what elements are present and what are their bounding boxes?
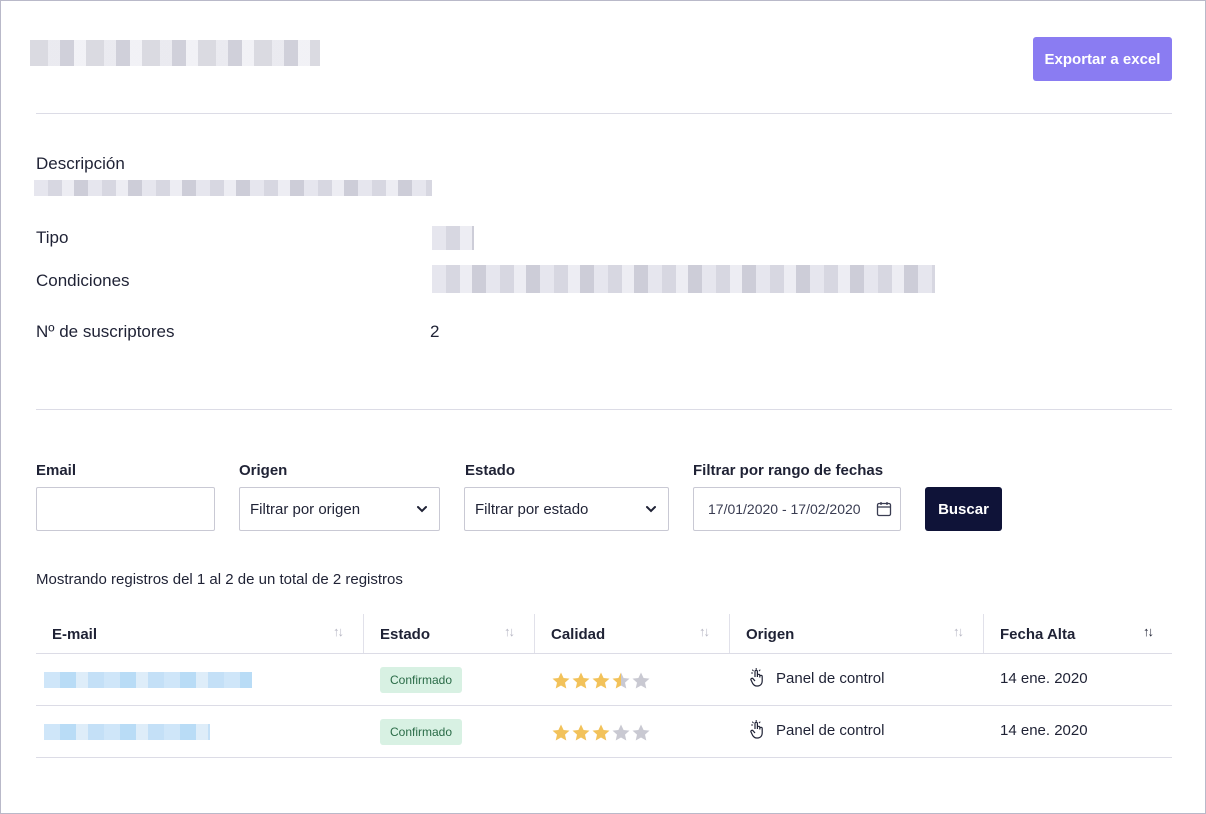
date-range-input[interactable]: 17/01/2020 - 17/02/2020 [693, 487, 901, 531]
origen-filter-label: Origen [239, 462, 288, 479]
sort-icon[interactable]: ↑↓ [504, 624, 515, 639]
export-excel-button[interactable]: Exportar a excel [1033, 37, 1172, 81]
sort-icon[interactable]: ↑↓ [953, 624, 964, 639]
column-header-calidad[interactable]: Calidad [551, 614, 605, 654]
row-email-redacted[interactable] [44, 724, 210, 740]
records-summary: Mostrando registros del 1 al 2 de un tot… [36, 571, 403, 588]
column-separator [729, 614, 730, 654]
row-email-redacted[interactable] [44, 672, 252, 688]
column-header-estado[interactable]: Estado [380, 614, 430, 654]
star-icon [632, 672, 650, 689]
table-row-divider [36, 705, 1172, 706]
column-header-origen[interactable]: Origen [746, 614, 794, 654]
divider [36, 409, 1172, 410]
sort-icon[interactable]: ↑↓ [333, 624, 344, 639]
star-icon [552, 724, 570, 741]
column-separator [534, 614, 535, 654]
star-icon [572, 672, 590, 689]
estado-select-value: Filtrar por estado [475, 500, 589, 518]
chevron-down-icon [646, 506, 656, 513]
estado-select[interactable]: Filtrar por estado [464, 487, 669, 531]
sort-desc-icon[interactable]: ↑↓ [1143, 624, 1154, 639]
status-badge: Confirmado [380, 719, 463, 745]
star-icon [552, 672, 570, 689]
star-icon [592, 724, 610, 741]
tipo-value-redacted [432, 226, 474, 250]
quality-stars [551, 723, 651, 743]
column-separator [983, 614, 984, 654]
status-badge: Confirmado [380, 667, 463, 693]
date-cell: 14 ene. 2020 [1000, 670, 1088, 687]
suscriptores-value: 2 [430, 322, 440, 341]
chevron-down-icon [417, 506, 427, 513]
page-title-redacted [30, 40, 320, 66]
star-icon [632, 724, 650, 741]
fechas-filter-label: Filtrar por rango de fechas [693, 462, 884, 479]
origin-label: Panel de control [776, 721, 885, 739]
origen-select-value: Filtrar por origen [250, 500, 361, 518]
sort-icon[interactable]: ↑↓ [699, 624, 710, 639]
star-icon [612, 724, 630, 741]
quality-stars [551, 671, 651, 691]
date-cell: 14 ene. 2020 [1000, 722, 1088, 739]
origen-select[interactable]: Filtrar por origen [239, 487, 440, 531]
divider [36, 113, 1172, 114]
origin-cell: Panel de control [748, 668, 884, 688]
condiciones-label: Condiciones [36, 271, 130, 290]
calendar-icon[interactable] [876, 501, 892, 517]
column-header-email[interactable]: E-mail [52, 614, 97, 654]
buscar-button[interactable]: Buscar [925, 487, 1002, 531]
origin-label: Panel de control [776, 669, 885, 687]
suscriptores-label: Nº de suscriptores [36, 322, 175, 341]
origin-cell: Panel de control [748, 720, 884, 740]
descripcion-label: Descripción [36, 154, 125, 173]
table-row-divider [36, 653, 1172, 654]
star-icon [612, 672, 630, 689]
descripcion-value-redacted [34, 180, 432, 196]
tipo-label: Tipo [36, 228, 69, 247]
window-frame [0, 0, 1206, 814]
hand-pointer-icon [750, 720, 763, 739]
column-header-fecha-alta[interactable]: Fecha Alta [1000, 614, 1075, 654]
star-icon [572, 724, 590, 741]
hand-pointer-icon [750, 668, 763, 687]
condiciones-value-redacted [432, 265, 935, 293]
date-range-value: 17/01/2020 - 17/02/2020 [708, 501, 861, 517]
star-icon [592, 672, 610, 689]
table-row-divider [36, 757, 1172, 758]
column-separator [363, 614, 364, 654]
estado-filter-label: Estado [465, 462, 516, 479]
email-filter-input[interactable] [36, 487, 215, 531]
email-filter-label: Email [36, 462, 77, 479]
